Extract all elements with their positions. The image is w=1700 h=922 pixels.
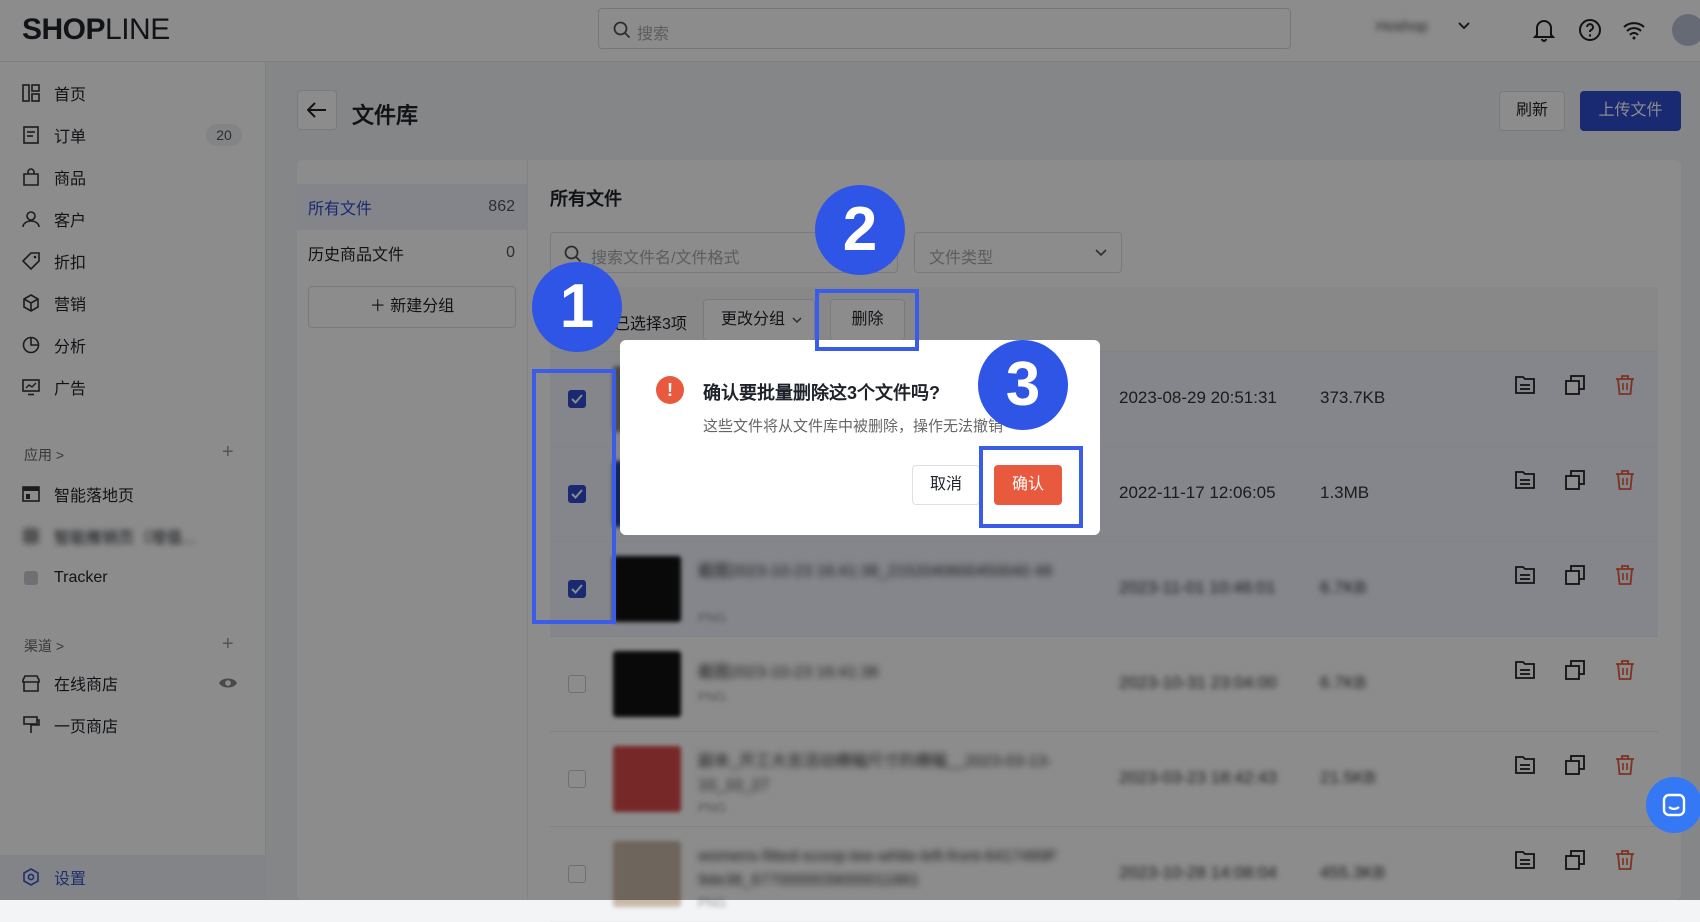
chat-icon: [1662, 793, 1686, 817]
dialog-description: 这些文件将从文件库中被删除，操作无法撤销: [703, 418, 1004, 435]
step-1-marker: 1: [532, 262, 622, 352]
delete-highlight-box: [815, 289, 919, 351]
warning-icon: !: [656, 376, 684, 404]
step-3-marker: 3: [978, 340, 1068, 430]
dialog-title: 确认要批量删除这3个文件吗?: [703, 383, 941, 403]
step-2-marker: 2: [815, 185, 905, 275]
checkbox-highlight-box: [532, 369, 616, 624]
confirm-highlight-box: [979, 446, 1083, 528]
chat-support-button[interactable]: [1646, 777, 1700, 833]
cancel-button[interactable]: 取消: [912, 465, 980, 505]
